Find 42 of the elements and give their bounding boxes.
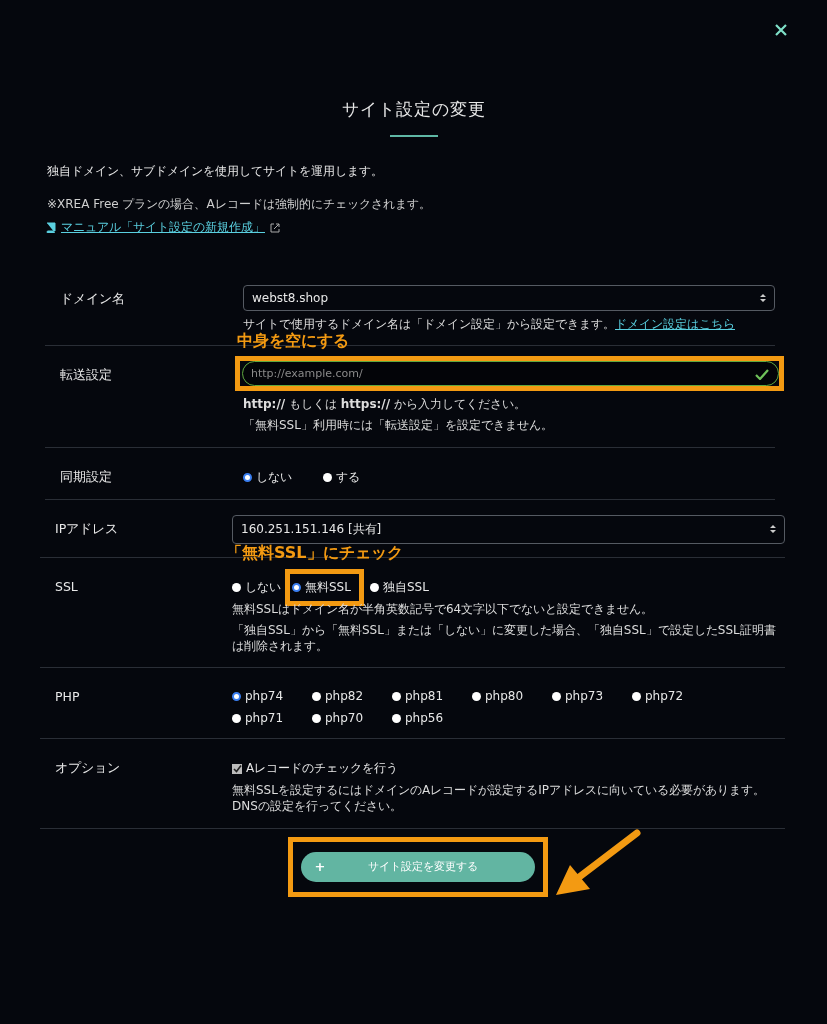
field-label: 転送設定 bbox=[59, 366, 113, 385]
domain-settings-link[interactable]: ドメイン設定はこちら bbox=[615, 317, 735, 331]
help-text: http:// もしくは https:// から入力してください。 bbox=[243, 396, 527, 413]
checkbox-option[interactable]: Aレコードのチェックを行う bbox=[232, 754, 785, 778]
intro-text: 独自ドメイン、サブドメインを使用してサイトを運用します。 bbox=[47, 163, 384, 180]
field-label: PHP bbox=[54, 688, 81, 707]
updown-icon bbox=[760, 293, 766, 303]
radio-option[interactable]: php74 bbox=[232, 689, 312, 704]
url-input-field[interactable]: http://example.com/ bbox=[242, 361, 779, 387]
radio-option[interactable]: php56 bbox=[392, 711, 472, 726]
external-link-icon bbox=[270, 222, 280, 233]
manual-link[interactable]: マニュアル「サイト設定の新規作成」 bbox=[61, 219, 265, 236]
check-icon bbox=[755, 369, 769, 381]
radio-option[interactable]: 独自SSL bbox=[369, 578, 429, 596]
radio-option[interactable]: php82 bbox=[312, 689, 392, 704]
help-text: 「独自SSL」から「無料SSL」または「しない」に変更した場合、「独自SSL」で設定したSSL証明書は削除されます。 bbox=[232, 621, 777, 655]
radio-option[interactable]: する bbox=[323, 468, 403, 486]
field-label: SSL bbox=[54, 577, 79, 596]
help-text: サイトで使用するドメイン名は「ドメイン設定」から設定できます。ドメイン設定はこちら bbox=[243, 316, 736, 332]
field-label: IPアドレス bbox=[54, 519, 120, 538]
radio-option[interactable]: php72 bbox=[632, 689, 712, 704]
select-field[interactable]: 160.251.151.146 [共有] bbox=[232, 514, 785, 544]
radio-option[interactable]: php71 bbox=[232, 711, 312, 726]
radio-option[interactable]: php73 bbox=[552, 689, 632, 704]
close-icon[interactable] bbox=[775, 24, 787, 36]
plan-note: ※XREA Free プランの場合、Aレコードは強制的にチェックされます。 bbox=[47, 196, 432, 213]
radio-option[interactable]: しない bbox=[232, 578, 281, 596]
select-field[interactable]: webst8.shop bbox=[243, 285, 775, 311]
help-text: 「無料SSL」利用時には「転送設定」を設定できません。 bbox=[243, 417, 554, 434]
help-text: 無料SSLを設定するにはドメインのAレコードが設定するIPアドレスに向いている必要があります。DNSの設定を行ってください。 bbox=[232, 782, 766, 815]
dialog-title: サイト設定の変更 bbox=[341, 98, 486, 121]
field-label: ドメイン名 bbox=[59, 290, 126, 308]
book-icon bbox=[45, 222, 56, 233]
radio-option[interactable]: しない bbox=[243, 468, 323, 486]
updown-icon bbox=[770, 524, 776, 535]
field-label: オプション bbox=[54, 759, 121, 778]
field-label: 同期設定 bbox=[59, 467, 113, 486]
radio-option[interactable]: php80 bbox=[472, 689, 552, 704]
annotation-text: 中身を空にする bbox=[237, 331, 349, 353]
radio-option[interactable]: php70 bbox=[312, 711, 392, 726]
annotation-text: 「無料SSL」にチェック bbox=[226, 542, 403, 564]
radio-option[interactable]: php81 bbox=[392, 689, 472, 704]
